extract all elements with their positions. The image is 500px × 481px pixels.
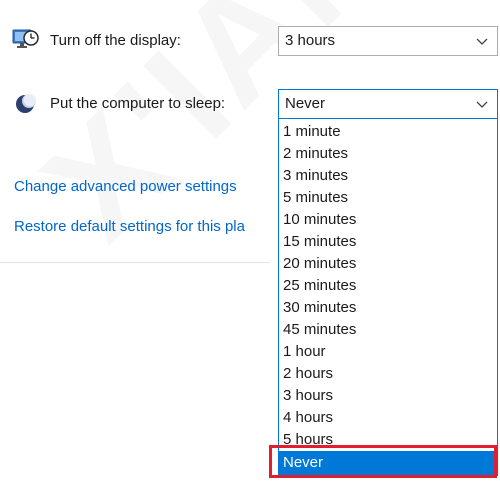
chevron-down-icon	[475, 29, 489, 53]
sleep-timeout-value: Never	[285, 95, 326, 112]
dropdown-option[interactable]: 3 hours	[279, 385, 497, 407]
display-timeout-select[interactable]: 3 hours	[278, 26, 498, 56]
dropdown-option[interactable]: 4 hours	[279, 407, 497, 429]
restore-default-settings-link[interactable]: Restore default settings for this pla	[14, 218, 245, 235]
chevron-down-icon	[475, 92, 489, 116]
dropdown-option[interactable]: 2 hours	[279, 363, 497, 385]
dropdown-option[interactable]: 30 minutes	[279, 297, 497, 319]
dropdown-option[interactable]: 45 minutes	[279, 319, 497, 341]
dropdown-option[interactable]: 1 minute	[279, 121, 497, 143]
dropdown-option[interactable]: 10 minutes	[279, 209, 497, 231]
dropdown-option[interactable]: 2 minutes	[279, 143, 497, 165]
display-timeout-value: 3 hours	[285, 32, 336, 49]
monitor-clock-icon	[12, 27, 40, 55]
sleep-timeout-dropdown-list[interactable]: 1 minute 2 minutes 3 minutes 5 minutes 10 mi…	[278, 118, 498, 476]
sleep-timeout-label: Put the computer to sleep:	[50, 95, 226, 112]
sleep-timeout-select[interactable]: Never	[278, 89, 498, 119]
dropdown-option[interactable]: Never	[279, 451, 497, 475]
dropdown-option[interactable]: 20 minutes	[279, 253, 497, 275]
divider	[0, 262, 270, 263]
change-advanced-power-settings-link[interactable]: Change advanced power settings	[14, 178, 237, 195]
dropdown-option[interactable]: 15 minutes	[279, 231, 497, 253]
moon-icon	[14, 93, 38, 119]
dropdown-option[interactable]: 1 hour	[279, 341, 497, 363]
dropdown-option[interactable]: 5 hours	[279, 429, 497, 451]
dropdown-option[interactable]: 3 minutes	[279, 165, 497, 187]
dropdown-option[interactable]: 25 minutes	[279, 275, 497, 297]
display-timeout-label: Turn off the display:	[50, 32, 181, 49]
dropdown-option[interactable]: 5 minutes	[279, 187, 497, 209]
